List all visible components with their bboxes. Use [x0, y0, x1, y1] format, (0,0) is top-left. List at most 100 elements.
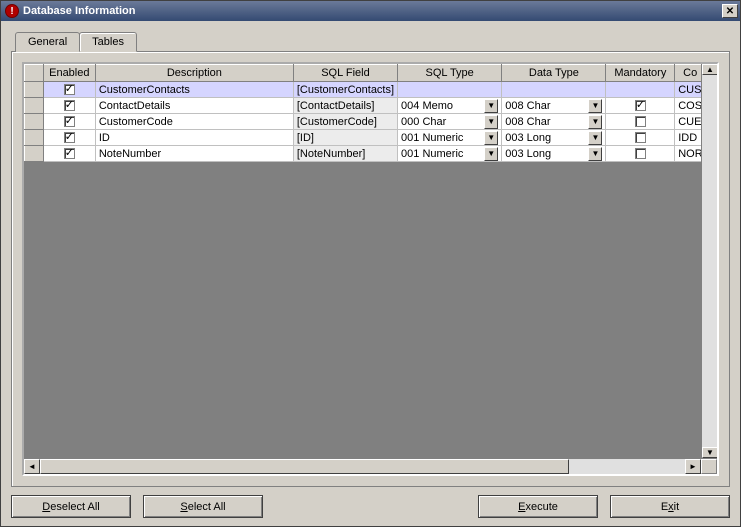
scroll-down-button[interactable]: ▼ — [702, 447, 718, 458]
enabled-checkbox[interactable] — [64, 116, 75, 127]
row-header[interactable] — [25, 146, 44, 162]
col-sqltype[interactable]: SQL Type — [398, 65, 502, 82]
col-mandatory[interactable]: Mandatory — [606, 65, 675, 82]
data-grid[interactable]: Enabled Description SQL Field SQL Type D… — [22, 62, 719, 476]
cell-description[interactable]: CustomerCode — [95, 114, 293, 130]
row-header[interactable] — [25, 98, 44, 114]
close-icon: ✕ — [726, 6, 734, 17]
enabled-checkbox[interactable] — [64, 132, 75, 143]
cell-datatype[interactable]: 008 Char▼ — [502, 114, 606, 130]
cell-mandatory[interactable] — [606, 98, 675, 114]
scroll-left-button[interactable]: ◄ — [24, 459, 40, 474]
execute-button[interactable]: Execute — [478, 495, 598, 518]
cell-sqltype[interactable] — [398, 82, 502, 98]
enabled-checkbox[interactable] — [64, 100, 75, 111]
cell-mandatory[interactable] — [606, 146, 675, 162]
table-row[interactable]: NoteNumber[NoteNumber] 001 Numeric▼ 003 Lo… — [25, 146, 717, 162]
sqltype-combo[interactable]: 004 Memo▼ — [401, 99, 498, 113]
datatype-combo[interactable]: 008 Char▼ — [505, 115, 602, 129]
chevron-down-icon[interactable]: ▼ — [588, 131, 602, 145]
cell-description[interactable]: NoteNumber — [95, 146, 293, 162]
cell-description[interactable]: ID — [95, 130, 293, 146]
cell-sqltype[interactable]: 001 Numeric▼ — [398, 130, 502, 146]
cell-sqlfield[interactable]: [NoteNumber] — [293, 146, 397, 162]
chevron-down-icon[interactable]: ▼ — [588, 115, 602, 129]
sqltype-combo[interactable]: 000 Char▼ — [401, 115, 498, 129]
sqltype-combo[interactable]: 001 Numeric▼ — [401, 131, 498, 145]
cell-enabled[interactable] — [43, 98, 95, 114]
cell-datatype[interactable]: 003 Long▼ — [502, 146, 606, 162]
vscroll-track[interactable] — [702, 75, 717, 447]
cell-sqlfield[interactable]: [CustomerCode] — [293, 114, 397, 130]
col-enabled[interactable]: Enabled — [43, 65, 95, 82]
cell-description[interactable]: ContactDetails — [95, 98, 293, 114]
cell-enabled[interactable] — [43, 130, 95, 146]
cell-enabled[interactable] — [43, 82, 95, 98]
cell-mandatory[interactable] — [606, 82, 675, 98]
chevron-down-icon[interactable]: ▼ — [484, 131, 498, 145]
cell-sqltype[interactable]: 004 Memo▼ — [398, 98, 502, 114]
mandatory-checkbox[interactable] — [635, 100, 646, 111]
table-row[interactable]: ID[ID]001 Numeric▼003 Long▼IDD — [25, 130, 717, 146]
datatype-combo[interactable]: 003 Long▼ — [505, 147, 602, 161]
cell-mandatory[interactable] — [606, 130, 675, 146]
tab-general[interactable]: General — [15, 32, 80, 52]
cell-datatype[interactable]: 008 Char▼ — [502, 98, 606, 114]
chevron-down-icon[interactable]: ▼ — [588, 99, 602, 113]
cell-enabled[interactable] — [43, 146, 95, 162]
mandatory-checkbox[interactable] — [635, 148, 646, 159]
enabled-checkbox[interactable] — [64, 148, 75, 159]
button-bar: Deselect All Select All Execute Exit — [11, 487, 730, 518]
sqltype-combo[interactable]: 001 Numeric▼ — [401, 147, 498, 161]
scroll-up-button[interactable]: ▲ — [702, 64, 718, 75]
tab-tables[interactable]: Tables — [79, 32, 137, 52]
mandatory-checkbox[interactable] — [635, 132, 646, 143]
close-button[interactable]: ✕ — [722, 4, 738, 18]
select-all-button[interactable]: Select All — [143, 495, 263, 518]
row-header[interactable] — [25, 82, 44, 98]
hscroll-thumb[interactable] — [40, 459, 569, 474]
table-row[interactable]: CustomerCode[CustomerCode] 000 Char▼ 008 C… — [25, 114, 717, 130]
col-sqlfield[interactable]: SQL Field — [293, 65, 397, 82]
window: ! Database Information ✕ General Tables — [0, 0, 741, 527]
cell-description[interactable]: CustomerContacts — [95, 82, 293, 98]
tab-panel: Enabled Description SQL Field SQL Type D… — [11, 51, 730, 487]
header-row: Enabled Description SQL Field SQL Type D… — [25, 65, 717, 82]
cell-enabled[interactable] — [43, 114, 95, 130]
cell-datatype[interactable] — [502, 82, 606, 98]
mandatory-checkbox[interactable] — [635, 116, 646, 127]
row-header[interactable] — [25, 114, 44, 130]
cell-sqlfield[interactable]: [ContactDetails] — [293, 98, 397, 114]
cell-sqlfield[interactable]: [ID] — [293, 130, 397, 146]
cell-sqltype[interactable]: 000 Char▼ — [398, 114, 502, 130]
cell-datatype[interactable]: 003 Long▼ — [502, 130, 606, 146]
cell-sqltype[interactable]: 001 Numeric▼ — [398, 146, 502, 162]
app-icon: ! — [5, 4, 19, 18]
chevron-down-icon[interactable]: ▼ — [484, 99, 498, 113]
grid-table: Enabled Description SQL Field SQL Type D… — [24, 64, 717, 162]
grid-empty-area — [24, 162, 717, 458]
exit-button[interactable]: Exit — [610, 495, 730, 518]
row-header[interactable] — [25, 130, 44, 146]
cell-mandatory[interactable] — [606, 114, 675, 130]
chevron-down-icon[interactable]: ▼ — [588, 147, 602, 161]
chevron-down-icon[interactable]: ▼ — [484, 147, 498, 161]
table-row[interactable]: CustomerContacts[CustomerContacts]CUS — [25, 82, 717, 98]
cell-sqlfield[interactable]: [CustomerContacts] — [293, 82, 397, 98]
table-row[interactable]: ContactDetails[ContactDetails] 004 Memo▼ 0… — [25, 98, 717, 114]
scroll-corner — [701, 459, 717, 474]
col-description[interactable]: Description — [95, 65, 293, 82]
col-rowselector[interactable] — [25, 65, 44, 82]
chevron-down-icon[interactable]: ▼ — [484, 115, 498, 129]
enabled-checkbox[interactable] — [64, 84, 75, 95]
scroll-right-button[interactable]: ► — [685, 459, 701, 474]
client-area: General Tables Enabled Description — [1, 21, 740, 526]
hscroll-track[interactable] — [40, 459, 685, 474]
tabstrip: General Tables — [11, 31, 730, 51]
datatype-combo[interactable]: 008 Char▼ — [505, 99, 602, 113]
horizontal-scrollbar[interactable]: ◄ ► — [24, 458, 717, 474]
col-datatype[interactable]: Data Type — [502, 65, 606, 82]
vertical-scrollbar[interactable]: ▲ ▼ — [701, 64, 717, 458]
deselect-all-button[interactable]: Deselect All — [11, 495, 131, 518]
datatype-combo[interactable]: 003 Long▼ — [505, 131, 602, 145]
